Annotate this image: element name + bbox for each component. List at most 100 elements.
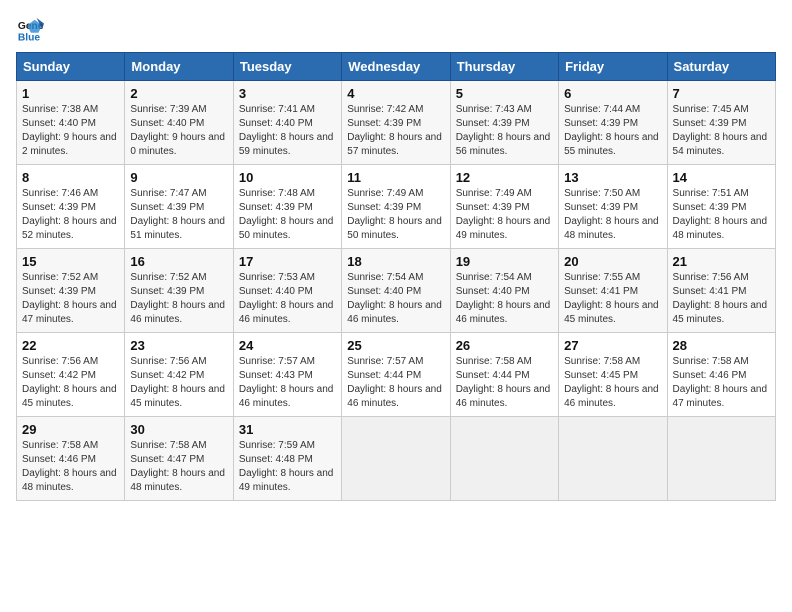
calendar-cell: 5 Sunrise: 7:43 AMSunset: 4:39 PMDayligh… bbox=[450, 81, 558, 165]
day-detail: Sunrise: 7:57 AMSunset: 4:43 PMDaylight:… bbox=[239, 355, 336, 411]
calendar-cell: 1 Sunrise: 7:38 AMSunset: 4:40 PMDayligh… bbox=[17, 81, 125, 165]
calendar-cell: 31 Sunrise: 7:59 AMSunset: 4:48 PMDaylig… bbox=[233, 417, 341, 501]
day-detail: Sunrise: 7:47 AMSunset: 4:39 PMDaylight:… bbox=[130, 187, 227, 243]
day-detail: Sunrise: 7:39 AMSunset: 4:40 PMDaylight:… bbox=[130, 103, 227, 159]
day-number: 15 bbox=[22, 254, 119, 269]
weekday-header: Saturday bbox=[667, 53, 775, 81]
calendar-cell bbox=[559, 417, 667, 501]
calendar-cell: 20 Sunrise: 7:55 AMSunset: 4:41 PMDaylig… bbox=[559, 249, 667, 333]
day-detail: Sunrise: 7:57 AMSunset: 4:44 PMDaylight:… bbox=[347, 355, 444, 411]
day-number: 1 bbox=[22, 86, 119, 101]
day-detail: Sunrise: 7:50 AMSunset: 4:39 PMDaylight:… bbox=[564, 187, 661, 243]
day-detail: Sunrise: 7:45 AMSunset: 4:39 PMDaylight:… bbox=[673, 103, 770, 159]
day-number: 4 bbox=[347, 86, 444, 101]
day-detail: Sunrise: 7:46 AMSunset: 4:39 PMDaylight:… bbox=[22, 187, 119, 243]
day-number: 7 bbox=[673, 86, 770, 101]
day-number: 27 bbox=[564, 338, 661, 353]
day-number: 12 bbox=[456, 170, 553, 185]
day-detail: Sunrise: 7:54 AMSunset: 4:40 PMDaylight:… bbox=[347, 271, 444, 327]
day-number: 25 bbox=[347, 338, 444, 353]
weekday-header: Wednesday bbox=[342, 53, 450, 81]
calendar-cell: 12 Sunrise: 7:49 AMSunset: 4:39 PMDaylig… bbox=[450, 165, 558, 249]
day-detail: Sunrise: 7:59 AMSunset: 4:48 PMDaylight:… bbox=[239, 439, 336, 495]
day-number: 14 bbox=[673, 170, 770, 185]
day-detail: Sunrise: 7:58 AMSunset: 4:45 PMDaylight:… bbox=[564, 355, 661, 411]
day-detail: Sunrise: 7:53 AMSunset: 4:40 PMDaylight:… bbox=[239, 271, 336, 327]
day-number: 18 bbox=[347, 254, 444, 269]
calendar-cell: 28 Sunrise: 7:58 AMSunset: 4:46 PMDaylig… bbox=[667, 333, 775, 417]
day-number: 26 bbox=[456, 338, 553, 353]
calendar-cell: 11 Sunrise: 7:49 AMSunset: 4:39 PMDaylig… bbox=[342, 165, 450, 249]
weekday-header: Thursday bbox=[450, 53, 558, 81]
calendar-cell: 25 Sunrise: 7:57 AMSunset: 4:44 PMDaylig… bbox=[342, 333, 450, 417]
day-detail: Sunrise: 7:58 AMSunset: 4:44 PMDaylight:… bbox=[456, 355, 553, 411]
day-number: 23 bbox=[130, 338, 227, 353]
calendar-cell: 7 Sunrise: 7:45 AMSunset: 4:39 PMDayligh… bbox=[667, 81, 775, 165]
weekday-header: Monday bbox=[125, 53, 233, 81]
calendar-cell: 8 Sunrise: 7:46 AMSunset: 4:39 PMDayligh… bbox=[17, 165, 125, 249]
day-number: 20 bbox=[564, 254, 661, 269]
day-number: 31 bbox=[239, 422, 336, 437]
day-detail: Sunrise: 7:54 AMSunset: 4:40 PMDaylight:… bbox=[456, 271, 553, 327]
day-number: 29 bbox=[22, 422, 119, 437]
calendar-cell: 18 Sunrise: 7:54 AMSunset: 4:40 PMDaylig… bbox=[342, 249, 450, 333]
svg-text:Blue: Blue bbox=[18, 32, 41, 43]
day-detail: Sunrise: 7:58 AMSunset: 4:46 PMDaylight:… bbox=[673, 355, 770, 411]
calendar-cell: 13 Sunrise: 7:50 AMSunset: 4:39 PMDaylig… bbox=[559, 165, 667, 249]
calendar-cell: 22 Sunrise: 7:56 AMSunset: 4:42 PMDaylig… bbox=[17, 333, 125, 417]
day-detail: Sunrise: 7:49 AMSunset: 4:39 PMDaylight:… bbox=[456, 187, 553, 243]
day-number: 10 bbox=[239, 170, 336, 185]
day-number: 9 bbox=[130, 170, 227, 185]
calendar-cell: 27 Sunrise: 7:58 AMSunset: 4:45 PMDaylig… bbox=[559, 333, 667, 417]
calendar-cell: 23 Sunrise: 7:56 AMSunset: 4:42 PMDaylig… bbox=[125, 333, 233, 417]
day-detail: Sunrise: 7:38 AMSunset: 4:40 PMDaylight:… bbox=[22, 103, 119, 159]
day-detail: Sunrise: 7:55 AMSunset: 4:41 PMDaylight:… bbox=[564, 271, 661, 327]
weekday-header: Sunday bbox=[17, 53, 125, 81]
calendar-cell: 30 Sunrise: 7:58 AMSunset: 4:47 PMDaylig… bbox=[125, 417, 233, 501]
calendar-cell: 2 Sunrise: 7:39 AMSunset: 4:40 PMDayligh… bbox=[125, 81, 233, 165]
calendar-cell: 21 Sunrise: 7:56 AMSunset: 4:41 PMDaylig… bbox=[667, 249, 775, 333]
day-number: 28 bbox=[673, 338, 770, 353]
calendar-cell: 9 Sunrise: 7:47 AMSunset: 4:39 PMDayligh… bbox=[125, 165, 233, 249]
day-number: 24 bbox=[239, 338, 336, 353]
header: General Blue bbox=[16, 16, 776, 44]
calendar-cell: 6 Sunrise: 7:44 AMSunset: 4:39 PMDayligh… bbox=[559, 81, 667, 165]
calendar-cell: 24 Sunrise: 7:57 AMSunset: 4:43 PMDaylig… bbox=[233, 333, 341, 417]
calendar-cell: 10 Sunrise: 7:48 AMSunset: 4:39 PMDaylig… bbox=[233, 165, 341, 249]
calendar-cell: 19 Sunrise: 7:54 AMSunset: 4:40 PMDaylig… bbox=[450, 249, 558, 333]
day-detail: Sunrise: 7:52 AMSunset: 4:39 PMDaylight:… bbox=[22, 271, 119, 327]
day-number: 2 bbox=[130, 86, 227, 101]
logo-icon: General Blue bbox=[16, 16, 44, 44]
day-number: 16 bbox=[130, 254, 227, 269]
day-detail: Sunrise: 7:56 AMSunset: 4:42 PMDaylight:… bbox=[130, 355, 227, 411]
day-detail: Sunrise: 7:58 AMSunset: 4:47 PMDaylight:… bbox=[130, 439, 227, 495]
day-detail: Sunrise: 7:52 AMSunset: 4:39 PMDaylight:… bbox=[130, 271, 227, 327]
day-detail: Sunrise: 7:56 AMSunset: 4:41 PMDaylight:… bbox=[673, 271, 770, 327]
day-number: 8 bbox=[22, 170, 119, 185]
day-detail: Sunrise: 7:58 AMSunset: 4:46 PMDaylight:… bbox=[22, 439, 119, 495]
calendar-cell: 26 Sunrise: 7:58 AMSunset: 4:44 PMDaylig… bbox=[450, 333, 558, 417]
calendar-table: SundayMondayTuesdayWednesdayThursdayFrid… bbox=[16, 52, 776, 501]
calendar-cell bbox=[450, 417, 558, 501]
day-detail: Sunrise: 7:42 AMSunset: 4:39 PMDaylight:… bbox=[347, 103, 444, 159]
day-detail: Sunrise: 7:44 AMSunset: 4:39 PMDaylight:… bbox=[564, 103, 661, 159]
calendar-cell: 4 Sunrise: 7:42 AMSunset: 4:39 PMDayligh… bbox=[342, 81, 450, 165]
day-detail: Sunrise: 7:51 AMSunset: 4:39 PMDaylight:… bbox=[673, 187, 770, 243]
calendar-cell bbox=[667, 417, 775, 501]
day-number: 6 bbox=[564, 86, 661, 101]
day-number: 3 bbox=[239, 86, 336, 101]
day-number: 13 bbox=[564, 170, 661, 185]
calendar-cell: 29 Sunrise: 7:58 AMSunset: 4:46 PMDaylig… bbox=[17, 417, 125, 501]
logo: General Blue bbox=[16, 16, 48, 44]
day-number: 21 bbox=[673, 254, 770, 269]
calendar-cell: 14 Sunrise: 7:51 AMSunset: 4:39 PMDaylig… bbox=[667, 165, 775, 249]
day-detail: Sunrise: 7:56 AMSunset: 4:42 PMDaylight:… bbox=[22, 355, 119, 411]
day-number: 17 bbox=[239, 254, 336, 269]
calendar-cell: 3 Sunrise: 7:41 AMSunset: 4:40 PMDayligh… bbox=[233, 81, 341, 165]
day-number: 19 bbox=[456, 254, 553, 269]
calendar-cell: 17 Sunrise: 7:53 AMSunset: 4:40 PMDaylig… bbox=[233, 249, 341, 333]
calendar-cell: 15 Sunrise: 7:52 AMSunset: 4:39 PMDaylig… bbox=[17, 249, 125, 333]
weekday-header: Tuesday bbox=[233, 53, 341, 81]
day-number: 30 bbox=[130, 422, 227, 437]
day-detail: Sunrise: 7:43 AMSunset: 4:39 PMDaylight:… bbox=[456, 103, 553, 159]
